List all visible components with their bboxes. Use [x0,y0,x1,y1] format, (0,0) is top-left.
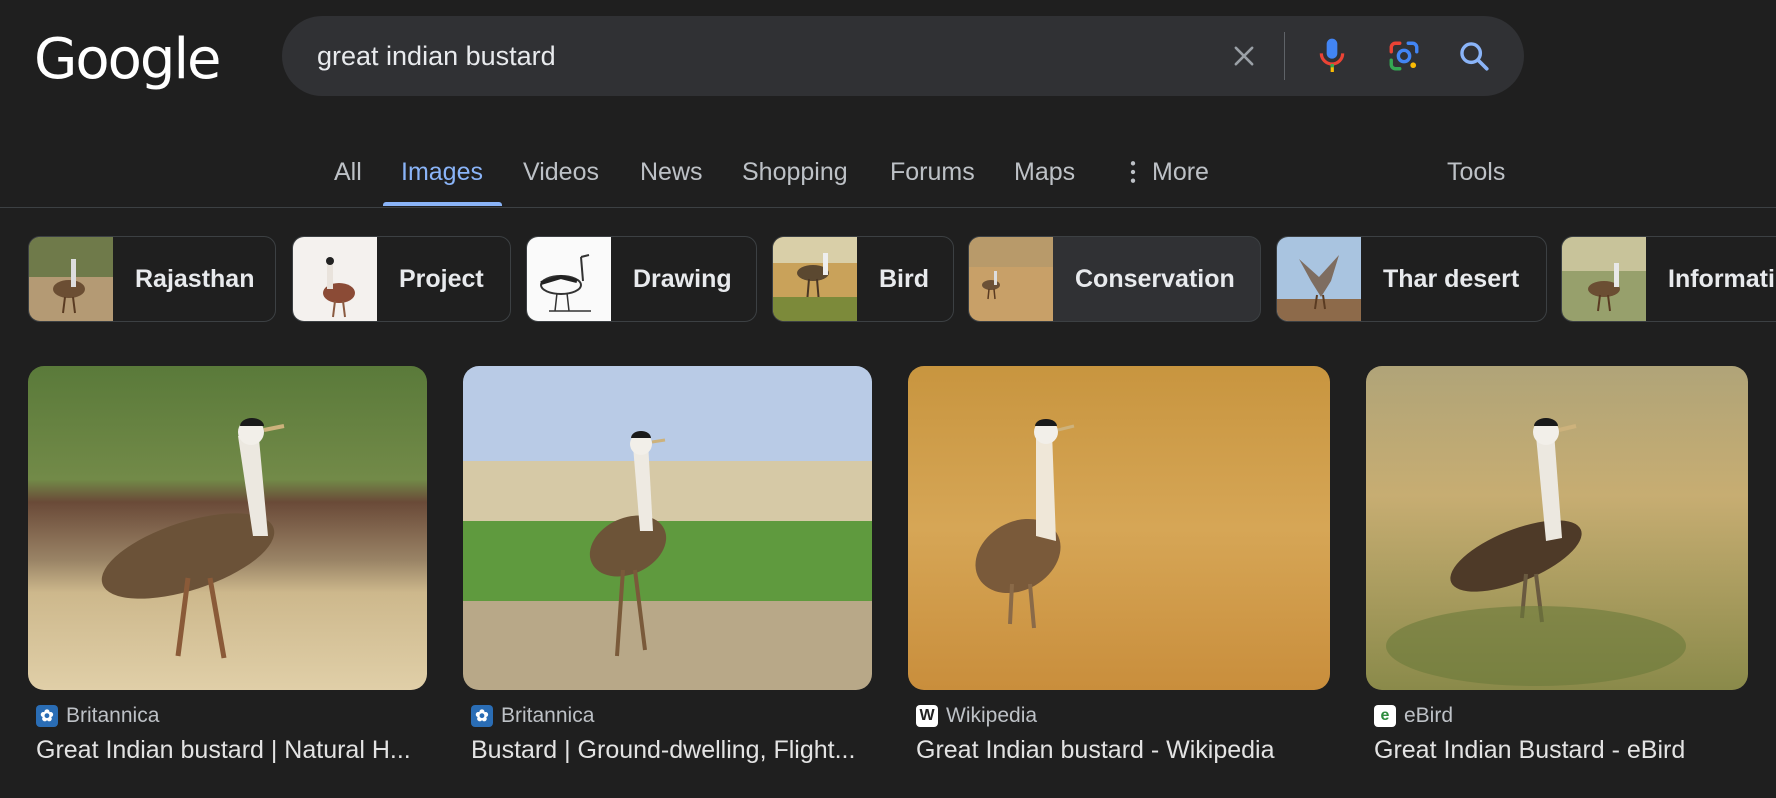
google-lens-icon[interactable] [1384,36,1424,76]
tools-button[interactable]: Tools [1447,152,1505,192]
chip-label: Rajasthan [135,264,255,293]
tab-shopping[interactable]: Shopping [742,152,848,192]
ebird-favicon-icon: e [1374,705,1396,727]
britannica-favicon-icon: ✿ [36,705,58,727]
result-source[interactable]: e eBird [1374,704,1453,728]
chip-project[interactable]: Project [292,236,511,322]
search-divider [1284,32,1285,80]
chip-label: Information [1668,264,1776,293]
source-name: Britannica [66,704,160,727]
result-image[interactable] [1366,366,1748,690]
tab-videos[interactable]: Videos [523,152,599,192]
chip-information[interactable]: Information [1561,236,1776,322]
result-source[interactable]: ✿ Britannica [471,704,594,728]
chip-thumbnail [773,237,857,321]
tab-forums[interactable]: Forums [890,152,975,192]
search-icon[interactable] [1454,36,1494,76]
result-title[interactable]: Bustard | Ground-dwelling, Flight... [471,736,871,765]
chip-thumbnail [29,237,113,321]
chip-thumbnail [1277,237,1361,321]
source-name: Wikipedia [946,704,1038,727]
chip-label: Conservation [1075,264,1235,293]
result-title[interactable]: Great Indian bustard | Natural H... [36,736,426,765]
chip-thumbnail [293,237,377,321]
image-result[interactable]: W Wikipedia Great Indian bustard - Wikip… [908,366,1330,764]
tab-images[interactable]: Images [401,152,483,192]
tab-all[interactable]: All [334,152,362,192]
image-result[interactable]: e eBird Great Indian Bustard - eBird [1366,366,1748,764]
result-title[interactable]: Great Indian bustard - Wikipedia [916,736,1336,765]
wikipedia-favicon-icon: W [916,705,938,727]
tab-more[interactable]: More [1152,152,1209,192]
result-image[interactable] [908,366,1330,690]
result-title[interactable]: Great Indian Bustard - eBird [1374,736,1749,765]
chip-label: Project [399,264,484,293]
britannica-favicon-icon: ✿ [471,705,493,727]
chip-drawing[interactable]: Drawing [526,236,757,322]
more-vertical-icon[interactable] [1127,152,1139,192]
tab-maps[interactable]: Maps [1014,152,1075,192]
chip-label: Drawing [633,264,732,293]
chip-conservation[interactable]: Conservation [968,236,1261,322]
chip-thumbnail [969,237,1053,321]
source-name: eBird [1404,704,1454,727]
image-result[interactable]: ✿ Britannica Great Indian bustard | Natu… [28,366,427,764]
google-logo[interactable]: Google [34,22,221,98]
chip-thumbnail [527,237,611,321]
active-tab-indicator [383,202,502,206]
image-result[interactable]: ✿ Britannica Bustard | Ground-dwelling, … [463,366,872,764]
tabs-divider [0,207,1776,208]
tab-news[interactable]: News [640,152,703,192]
result-image[interactable] [463,366,872,690]
microphone-icon[interactable] [1312,36,1352,76]
search-box[interactable]: great indian bustard [282,16,1524,96]
close-icon[interactable] [1224,36,1264,76]
source-name: Britannica [501,704,595,727]
chip-bird[interactable]: Bird [772,236,954,322]
chip-label: Thar desert [1383,264,1520,293]
search-input[interactable]: great indian bustard [317,16,556,96]
result-source[interactable]: ✿ Britannica [36,704,159,728]
chip-label: Bird [879,264,929,293]
chip-thar-desert[interactable]: Thar desert [1276,236,1547,322]
chip-thumbnail [1562,237,1646,321]
chip-rajasthan[interactable]: Rajasthan [28,236,276,322]
search-tabs: All Images Videos News Shopping Forums M… [0,138,1776,208]
result-image[interactable] [28,366,427,690]
result-source[interactable]: W Wikipedia [916,704,1037,728]
